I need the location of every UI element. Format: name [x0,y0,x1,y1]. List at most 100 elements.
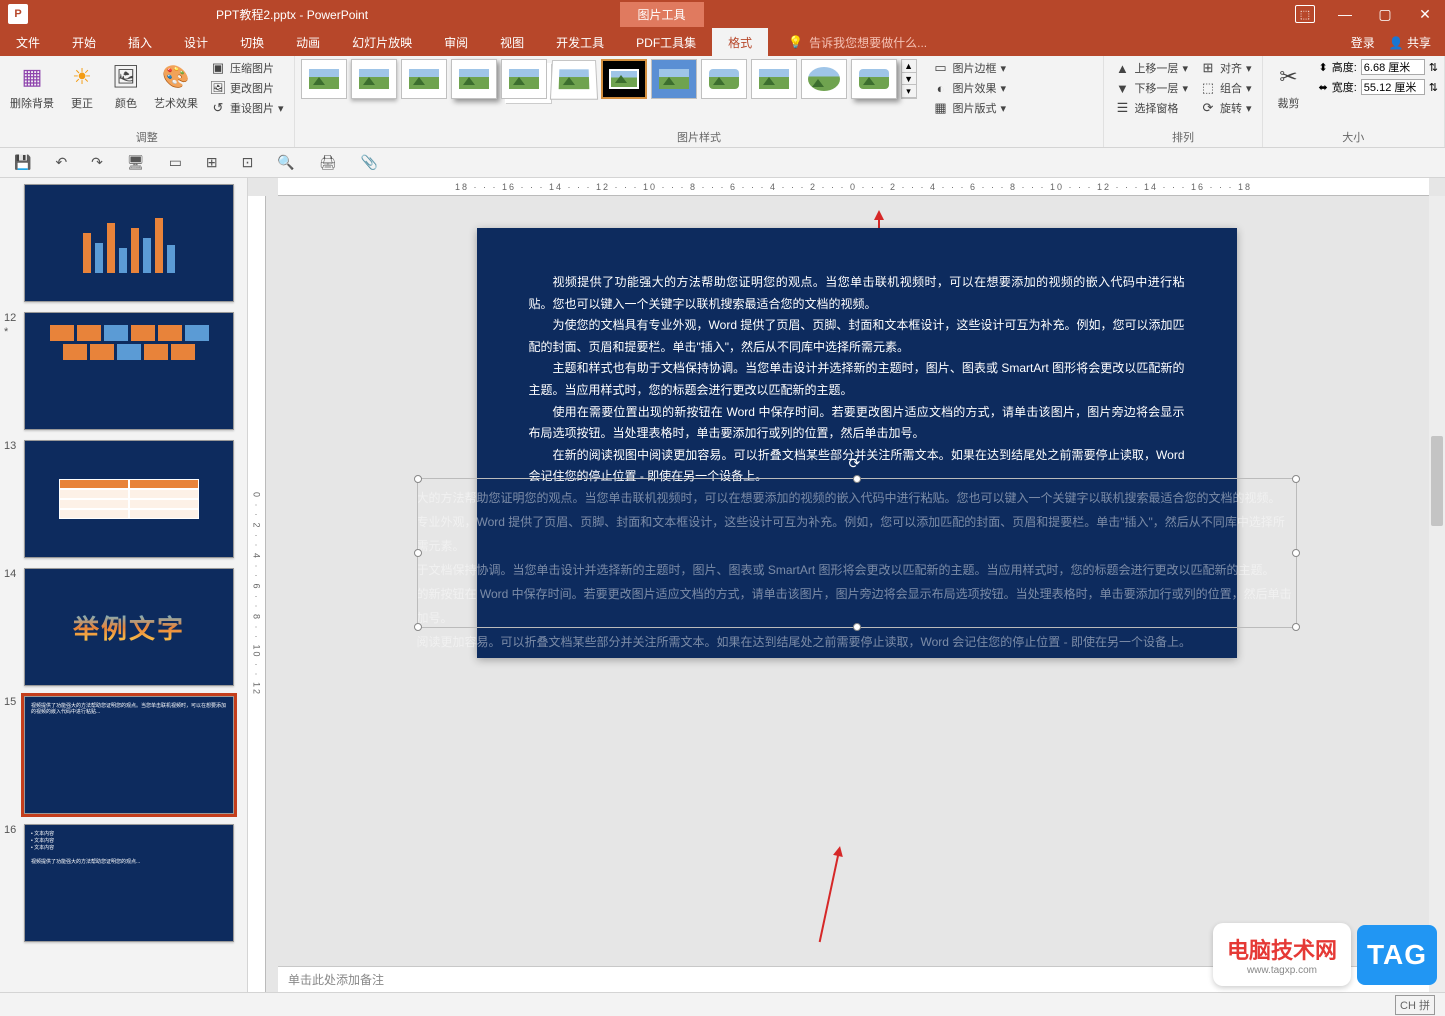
rotate-button[interactable]: ⟳旋转 ▾ [1196,99,1256,117]
reset-icon: ↺ [210,100,226,116]
change-icon: 🖼 [210,80,226,96]
thumb-slide-14[interactable]: 举例文字 [24,568,234,686]
width-input[interactable] [1361,79,1425,95]
tab-slideshow[interactable]: 幻灯片放映 [336,28,428,57]
tab-insert[interactable]: 插入 [112,28,168,57]
picture-border-button[interactable]: ▭图片边框 ▾ [929,59,1011,77]
current-slide[interactable]: 视频提供了功能强大的方法帮助您证明您的观点。当您单击联机视频时，可以在想要添加的… [477,228,1237,658]
qat-btn-5[interactable]: ▭ [165,152,186,173]
style-thumb-2[interactable] [351,59,397,99]
tab-home[interactable]: 开始 [56,28,112,57]
style-thumb-1[interactable] [301,59,347,99]
slide-thumbnails-panel[interactable]: 12* 13 14举例文字 15视频提供了功能强大的方法帮助您证明您的观点。当您… [0,178,248,992]
thumb-slide-16[interactable]: • 文本内容• 文本内容• 文本内容视频提供了功能强大的方法帮助您证明您的观点.… [24,824,234,942]
change-picture-button[interactable]: 🖼更改图片 [206,79,288,97]
redo-button[interactable]: ↷ [87,152,107,173]
ime-indicator[interactable]: CH 拼 [1395,995,1435,1015]
style-thumb-4[interactable] [451,59,497,99]
bring-forward-button[interactable]: ▲上移一层 ▾ [1110,59,1192,77]
tell-me-search[interactable]: 💡告诉我您想要做什么... [788,34,927,51]
vertical-ruler: 0 · · 2 · · 4 · · 6 · · 8 · · 10 · · 12 [248,196,266,992]
app-icon: P [8,4,28,24]
tab-animations[interactable]: 动画 [280,28,336,57]
tab-format[interactable]: 格式 [712,28,768,57]
tab-pdf[interactable]: PDF工具集 [620,28,712,57]
height-input[interactable] [1361,59,1425,75]
resize-handle-tr[interactable] [1292,475,1300,483]
style-thumb-11[interactable] [801,59,847,99]
tab-file[interactable]: 文件 [0,28,56,57]
style-thumb-9[interactable] [701,59,747,99]
tab-view[interactable]: 视图 [484,28,540,57]
ribbon-display-options[interactable]: ⬚ [1295,5,1315,23]
contextual-tab-label: 图片工具 [620,2,704,27]
compress-icon: ▣ [210,60,226,76]
group-arrange: ▲上移一层 ▾ ▼下移一层 ▾ ☰选择窗格 ⊞对齐 ▾ ⬚组合 ▾ ⟳旋转 ▾ … [1104,56,1262,147]
resize-handle-bl[interactable] [414,623,422,631]
save-button[interactable]: 💾 [10,152,35,173]
corrections-button[interactable]: ☀更正 [62,59,102,113]
vertical-scrollbar[interactable] [1429,196,1445,992]
login-link[interactable]: 登录 [1351,34,1375,51]
picture-effects-button[interactable]: ◐图片效果 ▾ [929,79,1011,97]
style-thumb-10[interactable] [751,59,797,99]
resize-handle-mr[interactable] [1292,549,1300,557]
resize-handle-tm[interactable] [853,475,861,483]
thumb-slide-11[interactable] [24,184,234,302]
style-thumb-5[interactable] [501,59,547,99]
resize-handle-br[interactable] [1292,623,1300,631]
scrollbar-thumb[interactable] [1431,436,1443,526]
share-button[interactable]: 👤 共享 [1389,34,1431,51]
tab-review[interactable]: 审阅 [428,28,484,57]
watermark: 电脑技术网 www.tagxp.com TAG [1213,923,1437,986]
send-backward-button[interactable]: ▼下移一层 ▾ [1110,79,1192,97]
reset-picture-button[interactable]: ↺重设图片 ▾ [206,99,288,117]
thumb-slide-12[interactable] [24,312,234,430]
tab-developer[interactable]: 开发工具 [540,28,620,57]
group-adjust: ▦删除背景 ☀更正 🖼颜色 🎨艺术效果 ▣压缩图片 🖼更改图片 ↺重设图片 ▾ … [0,56,295,147]
style-thumb-8[interactable] [651,59,697,99]
resize-handle-ml[interactable] [414,549,422,557]
ribbon-tabs: 文件 开始 插入 设计 切换 动画 幻灯片放映 审阅 视图 开发工具 PDF工具… [0,28,1445,56]
undo-button[interactable]: ↶ [51,152,71,173]
resize-handle-tl[interactable] [414,475,422,483]
crop-button[interactable]: ✂裁剪 [1269,59,1309,113]
slide-editor[interactable]: 18 · · · 16 · · · 14 · · · 12 · · · 10 ·… [248,178,1445,992]
color-button[interactable]: 🖼颜色 [106,59,146,113]
group-button[interactable]: ⬚组合 ▾ [1196,79,1256,97]
selection-pane-button[interactable]: ☰选择窗格 [1110,99,1192,117]
thumb-slide-13[interactable] [24,440,234,558]
align-button[interactable]: ⊞对齐 ▾ [1196,59,1256,77]
style-thumb-7[interactable] [601,59,647,99]
tab-transitions[interactable]: 切换 [224,28,280,57]
qat-btn-9[interactable]: 🖨 [315,152,341,173]
rotate-handle[interactable]: ⟳ [849,455,865,471]
close-button[interactable]: ✕ [1405,0,1445,28]
picture-styles-gallery[interactable]: ▲▼▾ [301,59,917,99]
style-thumb-12[interactable] [851,59,897,99]
style-thumb-3[interactable] [401,59,447,99]
qat-btn-6[interactable]: ⊞ [202,152,222,173]
thumb-slide-15[interactable]: 视频提供了功能强大的方法帮助您证明您的观点。当您单击联机视频时，可以在想要添加的… [24,696,234,814]
maximize-button[interactable]: ▢ [1365,0,1405,28]
minimize-button[interactable]: — [1325,0,1365,28]
lightbulb-icon: 💡 [788,35,803,49]
width-icon: ⬌ [1319,81,1328,94]
style-thumb-6[interactable] [549,60,597,100]
qat-btn-7[interactable]: ⊡ [238,152,258,173]
gallery-more-button[interactable]: ▲▼▾ [901,59,917,99]
titlebar: P PPT教程2.pptx - PowerPoint 图片工具 ⬚ — ▢ ✕ [0,0,1445,28]
qat-btn-4[interactable]: 🖥 [123,152,149,173]
resize-handle-bm[interactable] [853,623,861,631]
group-label-styles: 图片样式 [301,127,1098,145]
tab-design[interactable]: 设计 [168,28,224,57]
artistic-effects-button[interactable]: 🎨艺术效果 [150,59,202,113]
group-picture-styles: ▲▼▾ ▭图片边框 ▾ ◐图片效果 ▾ ▦图片版式 ▾ 图片样式 [295,56,1105,147]
selected-picture[interactable]: ⟳ [417,478,1297,628]
picture-layout-button[interactable]: ▦图片版式 ▾ [929,99,1011,117]
remove-background-button[interactable]: ▦删除背景 [6,59,58,113]
qat-btn-10[interactable]: 📎 [357,152,382,173]
qat-btn-8[interactable]: 🔍 [273,152,298,173]
compress-pictures-button[interactable]: ▣压缩图片 [206,59,288,77]
layout-icon: ▦ [933,100,949,116]
